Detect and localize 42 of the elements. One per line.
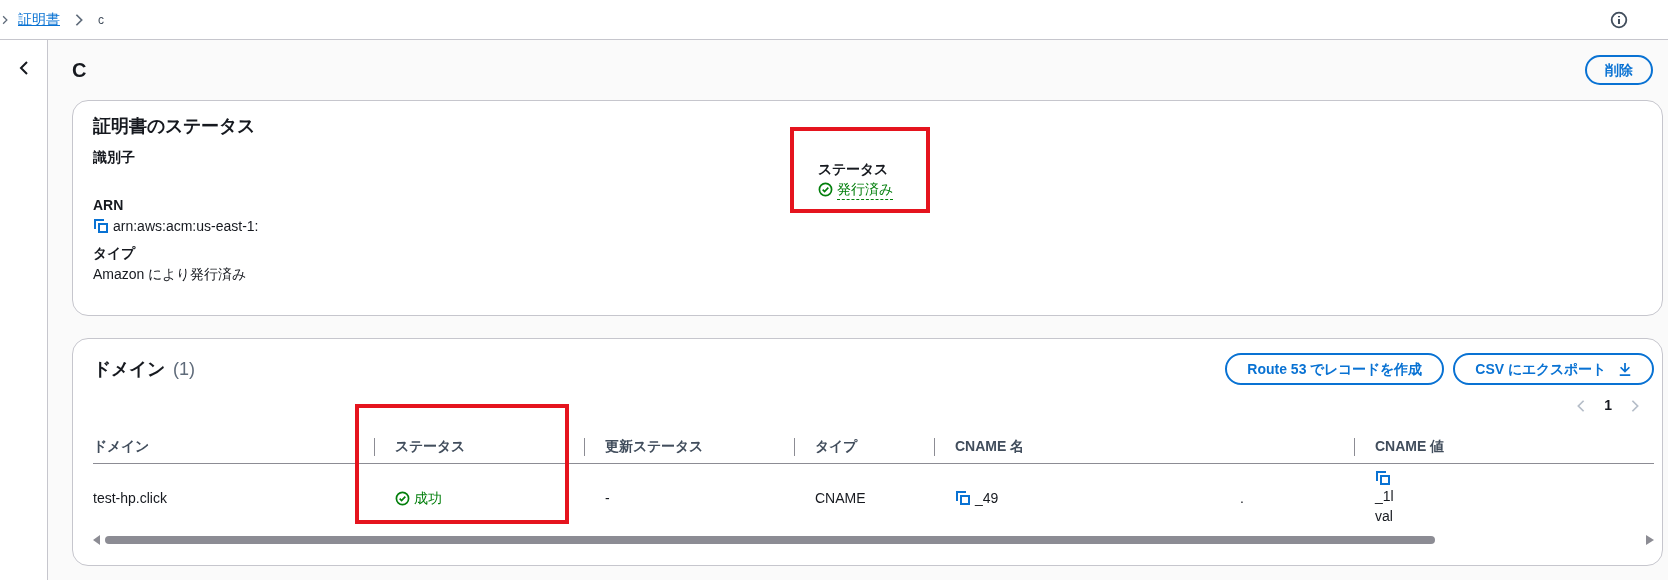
table-cell-text: test-hp.click	[93, 488, 167, 508]
info-icon[interactable]	[1610, 10, 1628, 29]
field-value: Amazon により発行済み	[93, 265, 248, 284]
column-header[interactable]: CNAME 名	[955, 436, 1025, 457]
table-cell-text: val	[1375, 507, 1393, 526]
table-cell-text: CNAME	[815, 488, 866, 508]
field-label: ステータス	[818, 160, 889, 179]
copy-icon[interactable]	[93, 218, 109, 234]
page-number[interactable]: 1	[1604, 395, 1612, 416]
breadcrumb-current: c	[98, 11, 104, 29]
breadcrumb-link[interactable]: 証明書	[18, 9, 60, 30]
table-cell-text: _49	[975, 488, 999, 508]
column-header[interactable]: タイプ	[815, 436, 857, 457]
delete-button[interactable]: 削除	[1585, 55, 1653, 85]
card-title: 証明書のステータス	[93, 115, 256, 138]
field-label: 識別子	[93, 148, 136, 167]
arn-value: arn:aws:acm:us-east-1:	[113, 217, 259, 236]
check-circle-icon	[395, 490, 410, 506]
chevron-right-icon[interactable]	[0, 14, 10, 25]
field-label: タイプ	[93, 244, 137, 263]
card-title: ドメイン	[93, 357, 165, 381]
column-header[interactable]: ドメイン	[93, 436, 149, 457]
download-icon	[1618, 362, 1632, 376]
table-cell-text: _1l	[1375, 487, 1394, 506]
status-value[interactable]: 発行済み	[837, 179, 893, 200]
column-header[interactable]: 更新ステータス	[605, 436, 703, 457]
copy-icon[interactable]	[1375, 470, 1391, 486]
field-label: ARN	[93, 196, 125, 215]
column-header[interactable]: ステータス	[395, 436, 465, 457]
check-circle-icon	[818, 182, 833, 197]
scroll-left-icon[interactable]	[93, 535, 101, 545]
table-cell-text: .	[1240, 488, 1244, 508]
domain-count: (1)	[173, 357, 195, 381]
scroll-right-icon[interactable]	[1646, 535, 1654, 545]
table-cell-text: -	[605, 488, 610, 508]
export-button[interactable]: CSV にエクスポート	[1453, 353, 1654, 385]
status-value: 成功	[414, 488, 442, 508]
page-title: C	[72, 58, 87, 83]
copy-icon[interactable]	[955, 490, 971, 506]
scrollbar[interactable]	[105, 536, 1435, 544]
column-header[interactable]: CNAME 値	[1375, 436, 1445, 457]
create-record-button[interactable]: Route 53 でレコードを作成	[1225, 353, 1445, 385]
